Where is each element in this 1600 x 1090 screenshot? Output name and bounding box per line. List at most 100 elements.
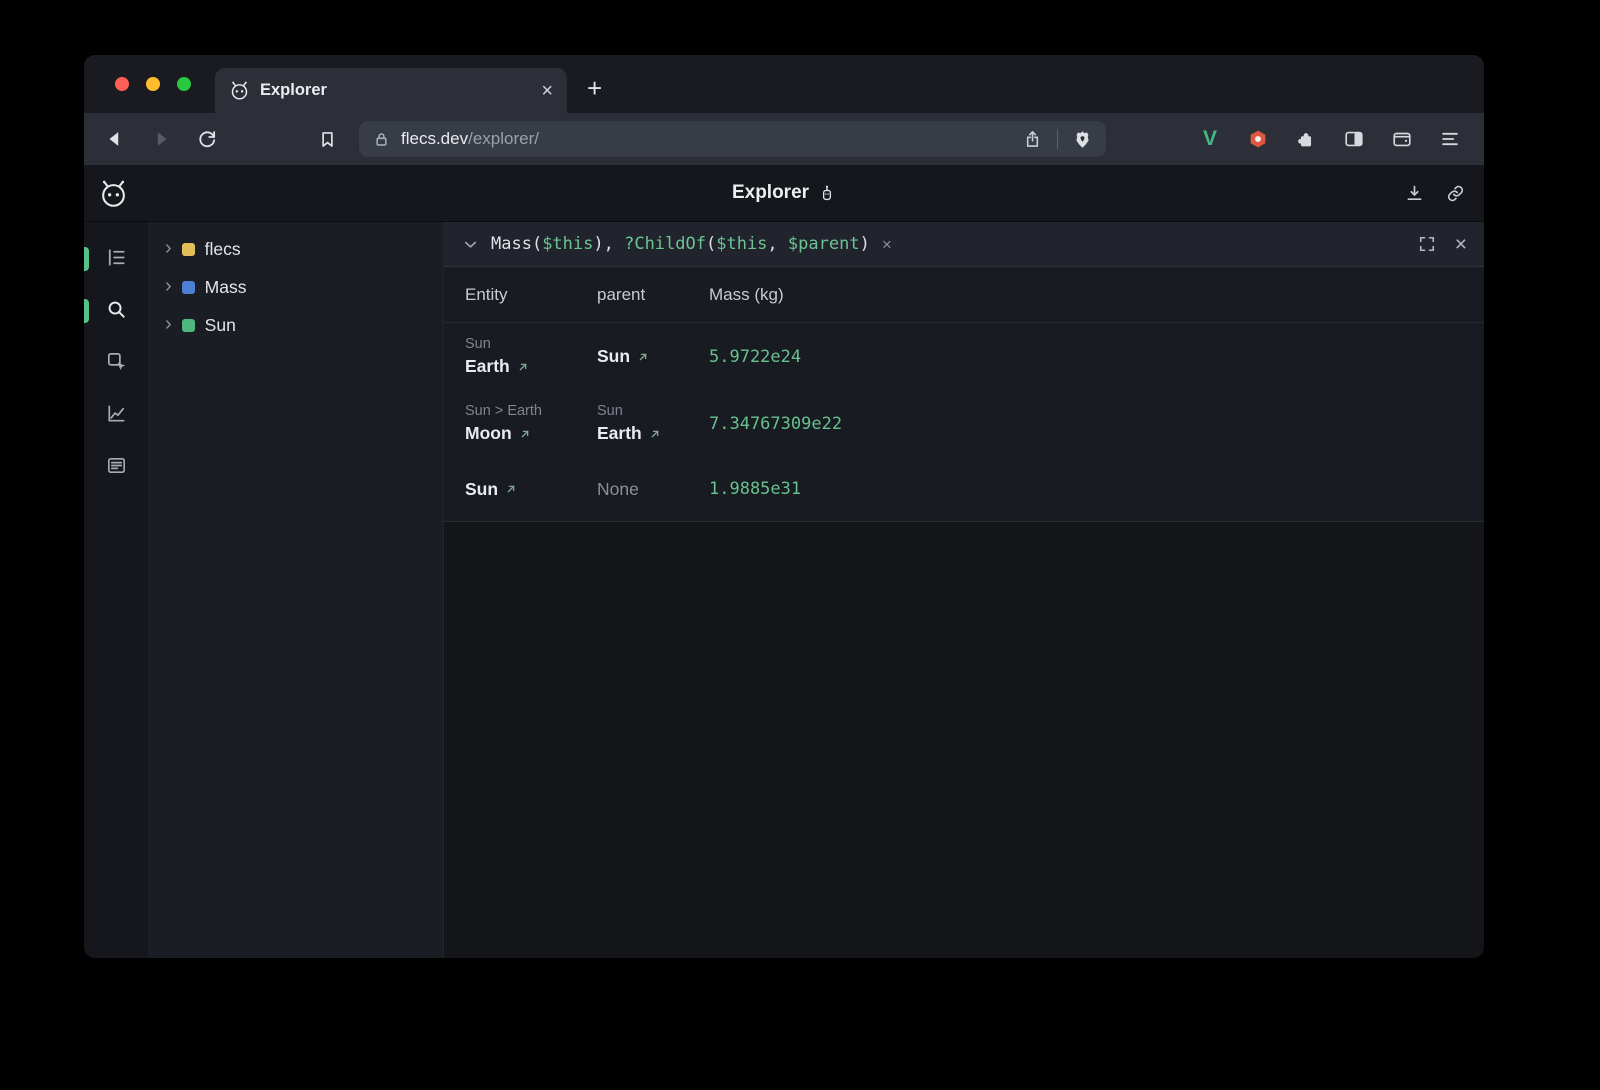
table-header-row: Entity parent Mass (kg) <box>444 267 1484 323</box>
app-header: Explorer <box>84 165 1484 222</box>
parent-path: Sun <box>597 403 709 419</box>
url-bar[interactable]: flecs.dev/explorer/ <box>359 121 1106 157</box>
column-header-parent: parent <box>597 285 709 305</box>
extensions-puzzle-icon[interactable] <box>1294 127 1318 151</box>
entity-tree-panel: › flecs › Mass › Sun <box>148 222 444 958</box>
chevron-right-icon[interactable]: › <box>165 276 172 296</box>
brave-shield-icon[interactable] <box>1072 129 1093 150</box>
tab-explorer[interactable]: Explorer × <box>215 68 567 113</box>
stats-chart-icon[interactable] <box>104 401 128 425</box>
forward-icon[interactable] <box>149 127 173 151</box>
query-segment: ?ChildOf <box>624 234 706 254</box>
entity-link[interactable]: Sun <box>465 479 597 500</box>
flecs-logo[interactable] <box>98 178 129 209</box>
table-row: Sun > Earth Moon Sun Earth 7.34767309e22 <box>444 390 1484 457</box>
query-panel-indicator <box>84 299 89 323</box>
lock-icon <box>372 130 391 149</box>
tab-title: Explorer <box>260 81 531 100</box>
query-expression[interactable]: Mass($this), ?ChildOf($this, $parent) <box>491 234 870 254</box>
query-segment: $parent <box>788 234 860 254</box>
column-header-entity: Entity <box>465 285 597 305</box>
fullscreen-icon[interactable] <box>1417 234 1437 254</box>
share-icon[interactable] <box>1022 129 1043 150</box>
inspector-icon[interactable] <box>104 349 128 373</box>
mass-value: 7.34767309e22 <box>709 414 1484 434</box>
chevron-right-icon[interactable]: › <box>165 314 172 334</box>
tree-item-label[interactable]: flecs <box>205 239 241 260</box>
browser-window: Explorer × + <box>84 55 1484 958</box>
parent-cell: Sun Earth <box>597 403 709 444</box>
external-link-icon <box>517 361 529 373</box>
minimize-window-button[interactable] <box>146 77 160 91</box>
mass-value: 1.9885e31 <box>709 479 1484 499</box>
tree-item-label[interactable]: Mass <box>205 277 247 298</box>
parent-cell: None <box>597 470 709 508</box>
mass-value: 5.9722e24 <box>709 347 1484 367</box>
navigation-bar: flecs.dev/explorer/ <box>84 113 1484 165</box>
query-segment: $this <box>542 234 593 254</box>
tree-item-label[interactable]: Sun <box>205 315 236 336</box>
query-panel: Mass($this), ?ChildOf($this, $parent) × … <box>444 222 1484 958</box>
chevron-right-icon[interactable]: › <box>165 238 172 258</box>
wallet-icon[interactable] <box>1390 127 1414 151</box>
vue-devtools-icon[interactable]: V <box>1198 127 1222 151</box>
entity-link[interactable]: Moon <box>465 423 597 444</box>
close-window-button[interactable] <box>115 77 129 91</box>
tab-strip: Explorer × + <box>84 55 1484 113</box>
entity-cell: Sun <box>465 470 597 508</box>
tree-panel-indicator <box>84 247 89 271</box>
url-domain: flecs.dev <box>401 129 468 148</box>
tree-item-sun[interactable]: › Sun <box>148 306 443 344</box>
query-segment: Mass( <box>491 234 542 254</box>
tab-close-icon[interactable]: × <box>541 81 553 101</box>
parent-cell: Sun <box>597 336 709 377</box>
clear-query-icon[interactable]: × <box>882 236 892 253</box>
new-tab-button[interactable]: + <box>587 75 602 101</box>
app-header-actions <box>1404 183 1484 204</box>
column-header-mass: Mass (kg) <box>709 285 1484 305</box>
query-panel-empty-area <box>444 522 1484 958</box>
url-path: /explorer/ <box>468 129 539 148</box>
console-log-icon[interactable] <box>104 453 128 477</box>
remote-icon <box>818 184 836 202</box>
link-icon[interactable] <box>1445 183 1466 204</box>
hexagon-extension-icon[interactable] <box>1246 127 1270 151</box>
entity-cell: Sun Earth <box>465 336 597 377</box>
query-segment: ), <box>593 234 624 254</box>
close-panel-icon[interactable]: × <box>1455 234 1467 255</box>
entity-cell: Sun > Earth Moon <box>465 403 597 444</box>
entity-link[interactable]: Earth <box>465 356 597 377</box>
back-icon[interactable] <box>103 127 127 151</box>
query-segment: , <box>767 234 787 254</box>
query-results-table: Entity parent Mass (kg) Sun Earth Sun 5.… <box>444 267 1484 522</box>
entity-tree-icon[interactable] <box>104 245 128 269</box>
sidebar-toggle-icon[interactable] <box>1342 127 1366 151</box>
flecs-favicon <box>229 80 250 101</box>
main-area: › flecs › Mass › Sun <box>84 222 1484 958</box>
bookmark-icon[interactable] <box>315 127 339 151</box>
app-title: Explorer <box>732 182 809 204</box>
tree-item-mass[interactable]: › Mass <box>148 268 443 306</box>
component-swatch <box>182 281 195 294</box>
tree-item-flecs[interactable]: › flecs <box>148 230 443 268</box>
query-segment: ( <box>706 234 716 254</box>
chevron-down-icon[interactable] <box>461 235 480 254</box>
entity-path: Sun > Earth <box>465 403 597 419</box>
parent-link[interactable]: Sun <box>597 346 709 367</box>
menu-icon[interactable] <box>1438 127 1462 151</box>
maximize-window-button[interactable] <box>177 77 191 91</box>
download-icon[interactable] <box>1404 183 1425 204</box>
entity-path: Sun <box>465 336 597 352</box>
query-segment: $this <box>716 234 767 254</box>
module-swatch <box>182 243 195 256</box>
external-link-icon <box>519 428 531 440</box>
entity-swatch <box>182 319 195 332</box>
external-link-icon <box>505 483 517 495</box>
icon-sidebar <box>84 222 148 958</box>
query-search-icon[interactable] <box>104 297 128 321</box>
parent-link[interactable]: Earth <box>597 423 709 444</box>
url-text: flecs.dev/explorer/ <box>401 129 539 149</box>
reload-icon[interactable] <box>195 127 219 151</box>
table-row: Sun None 1.9885e31 <box>444 457 1484 521</box>
query-segment: ) <box>860 234 870 254</box>
